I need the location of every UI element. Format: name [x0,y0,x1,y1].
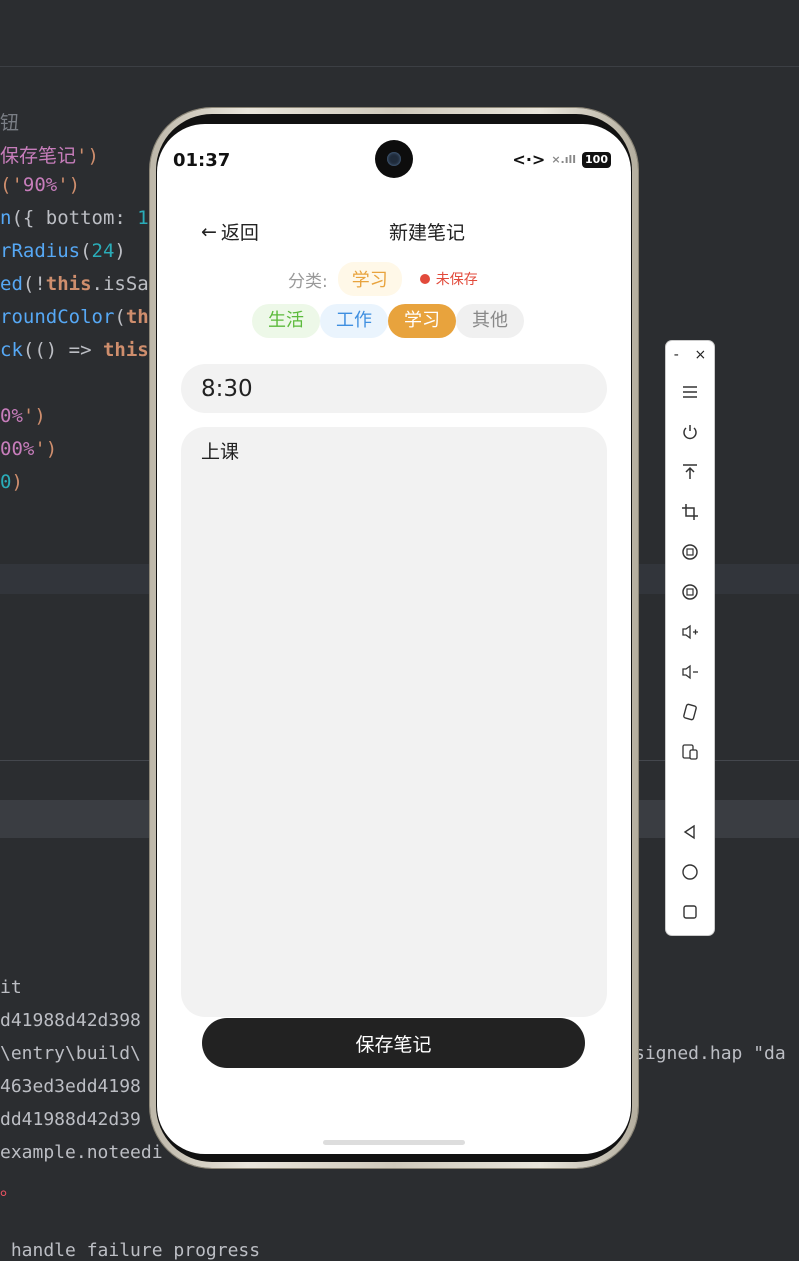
chip-life[interactable]: 生活 [252,304,320,338]
signal-icon: ×.ıll [551,153,577,166]
power-icon[interactable] [666,423,714,441]
code-token: rRadius [0,240,81,262]
rotate-icon[interactable] [666,543,714,561]
code-line: 0) [0,471,23,493]
save-note-button[interactable]: 保存笔记 [202,1018,585,1068]
volume-down-icon[interactable] [666,663,714,681]
camera-icon [375,140,413,178]
code-token: 0% [0,405,23,427]
home-nav-icon[interactable] [666,863,714,881]
code-line: rRadius(24) [0,240,126,262]
code-token: this [102,339,149,361]
code-line: ('90%') [0,174,80,196]
unsaved-dot-icon [419,274,430,284]
code-line: 00%') [0,438,57,460]
code-token: ') [22,405,46,427]
note-title-input[interactable] [181,364,607,413]
code-token: ') [76,145,99,167]
code-line: 保存笔记') [0,141,99,168]
save-status-text: 未保存 [435,272,478,288]
code-token: ( [80,240,92,262]
console-line: example.noteedi [0,1142,163,1163]
code-token: 0 [0,471,12,493]
console-line-right: signed.hap "da [634,1043,786,1064]
home-indicator[interactable] [323,1140,465,1145]
volume-up-icon[interactable] [666,623,714,641]
battery-icon: 100 [582,151,611,168]
ide-top-bar [0,0,799,67]
chip-other[interactable]: 其他 [456,304,524,338]
page-title: 新建笔记 [388,222,465,244]
console-line: \entry\build\ [0,1043,141,1064]
crop-icon[interactable] [666,503,714,521]
chip-study[interactable]: 学习 [388,304,456,338]
code-token: .isSa [91,273,149,295]
network-icon: <·> [512,150,546,169]
code-token: 24 [91,240,115,262]
category-chips: 生活 工作 学习 其他 [252,304,524,338]
code-line: 0%') [0,405,46,427]
code-line: ed(!this.isSa [0,273,149,295]
console-line: it [0,977,22,998]
code-token: (! [22,273,46,295]
code-line: roundColor(th [0,306,149,328]
code-token: 钮 [0,112,20,134]
code-token: ) [11,471,23,493]
code-token: n [0,207,12,229]
console-line: d41988d42d398 [0,1010,141,1031]
code-token: ') [57,174,81,196]
code-token: (' [0,174,23,196]
chip-work[interactable]: 工作 [320,304,388,338]
save-status: 未保存 [419,269,478,289]
code-token: 90% [22,174,58,196]
shake-icon[interactable] [666,703,714,721]
back-nav-icon[interactable] [666,823,714,841]
multi-device-icon[interactable] [666,743,714,761]
code-token: ck [0,339,23,361]
emulator-toolbar: - × [666,341,714,935]
recent-apps-icon[interactable] [666,903,714,921]
category-label: 分类: [288,271,328,292]
status-time: 01:37 [173,150,231,171]
code-token: ) [114,240,126,262]
code-token: 1 [137,207,149,229]
phone-screen: 01:37 <·> ×.ıll 100 ← 返回 新建笔记 分类: 学习 未保存… [157,124,631,1154]
note-content-textarea[interactable]: 上课 [181,427,607,1017]
rotate-reverse-icon[interactable] [666,583,714,601]
category-row: 分类: 学习 未保存 [288,262,478,296]
status-icons: <·> ×.ıll 100 [512,150,611,169]
code-line: 钮 [0,108,19,135]
menu-icon[interactable] [666,383,714,401]
scroll-top-icon[interactable] [666,463,714,481]
code-token: roundColor [0,306,115,328]
console-line: 。 [0,1179,18,1200]
minimize-button[interactable]: - [674,347,679,363]
close-button[interactable]: × [694,347,706,363]
code-token: th [125,306,149,328]
code-token: ({ bottom: [11,207,138,229]
code-token: 保存笔记 [0,145,77,167]
current-category-badge: 学习 [337,262,402,296]
code-token: this [45,273,92,295]
code-line: ck(() => this [0,339,149,361]
code-line: n({ bottom: 1 [0,207,149,229]
code-token: ed [0,273,23,295]
console-line: handle failure progress [0,1240,261,1261]
code-token: ( [114,306,126,328]
code-token: (() => [22,339,103,361]
code-token: 00% [0,438,35,460]
console-line: 463ed3edd4198 [0,1076,141,1097]
console-line: dd41988d42d39 [0,1109,141,1130]
code-token: ') [34,438,58,460]
